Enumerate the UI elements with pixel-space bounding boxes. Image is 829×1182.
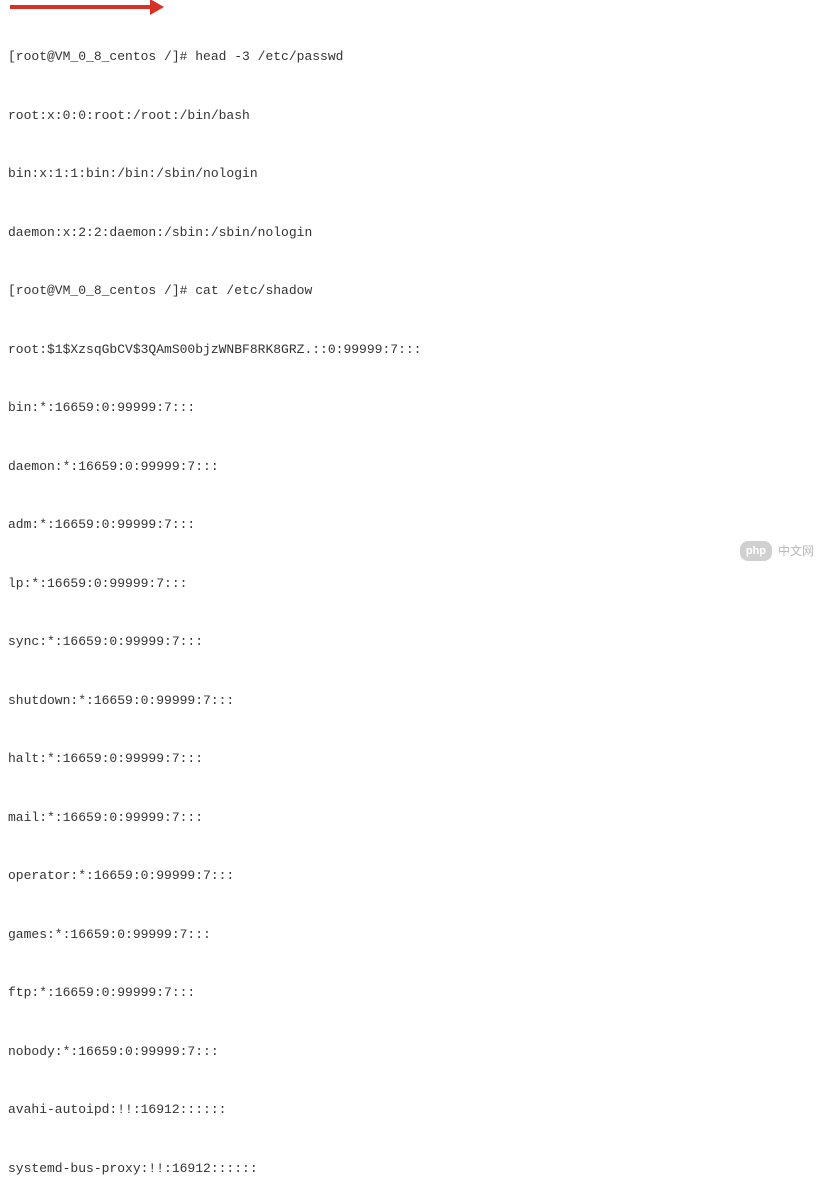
watermark: php 中文网 (740, 541, 814, 562)
terminal-line: games:*:16659:0:99999:7::: (8, 925, 821, 945)
terminal-line: bin:*:16659:0:99999:7::: (8, 398, 821, 418)
terminal-line: adm:*:16659:0:99999:7::: (8, 515, 821, 535)
terminal-line: lp:*:16659:0:99999:7::: (8, 574, 821, 594)
terminal-output: [root@VM_0_8_centos /]# head -3 /etc/pas… (8, 8, 821, 1182)
terminal-line: systemd-bus-proxy:!!:16912:::::: (8, 1159, 821, 1179)
terminal-line: avahi-autoipd:!!:16912:::::: (8, 1100, 821, 1120)
terminal-line: ftp:*:16659:0:99999:7::: (8, 983, 821, 1003)
terminal-line: root:$1$XzsqGbCV$3QAmS00bjzWNBF8RK8GRZ.:… (8, 340, 821, 360)
terminal-line: operator:*:16659:0:99999:7::: (8, 866, 821, 886)
terminal-line: mail:*:16659:0:99999:7::: (8, 808, 821, 828)
terminal-line: [root@VM_0_8_centos /]# cat /etc/shadow (8, 281, 821, 301)
terminal-line: sync:*:16659:0:99999:7::: (8, 632, 821, 652)
terminal-line: bin:x:1:1:bin:/bin:/sbin/nologin (8, 164, 821, 184)
terminal-line: nobody:*:16659:0:99999:7::: (8, 1042, 821, 1062)
watermark-badge: php (740, 541, 772, 562)
terminal-line: shutdown:*:16659:0:99999:7::: (8, 691, 821, 711)
terminal-line: daemon:*:16659:0:99999:7::: (8, 457, 821, 477)
terminal-line: root:x:0:0:root:/root:/bin/bash (8, 106, 821, 126)
terminal-line: halt:*:16659:0:99999:7::: (8, 749, 821, 769)
terminal-line: daemon:x:2:2:daemon:/sbin:/sbin/nologin (8, 223, 821, 243)
watermark-text: 中文网 (778, 542, 814, 560)
terminal-line: [root@VM_0_8_centos /]# head -3 /etc/pas… (8, 47, 821, 67)
